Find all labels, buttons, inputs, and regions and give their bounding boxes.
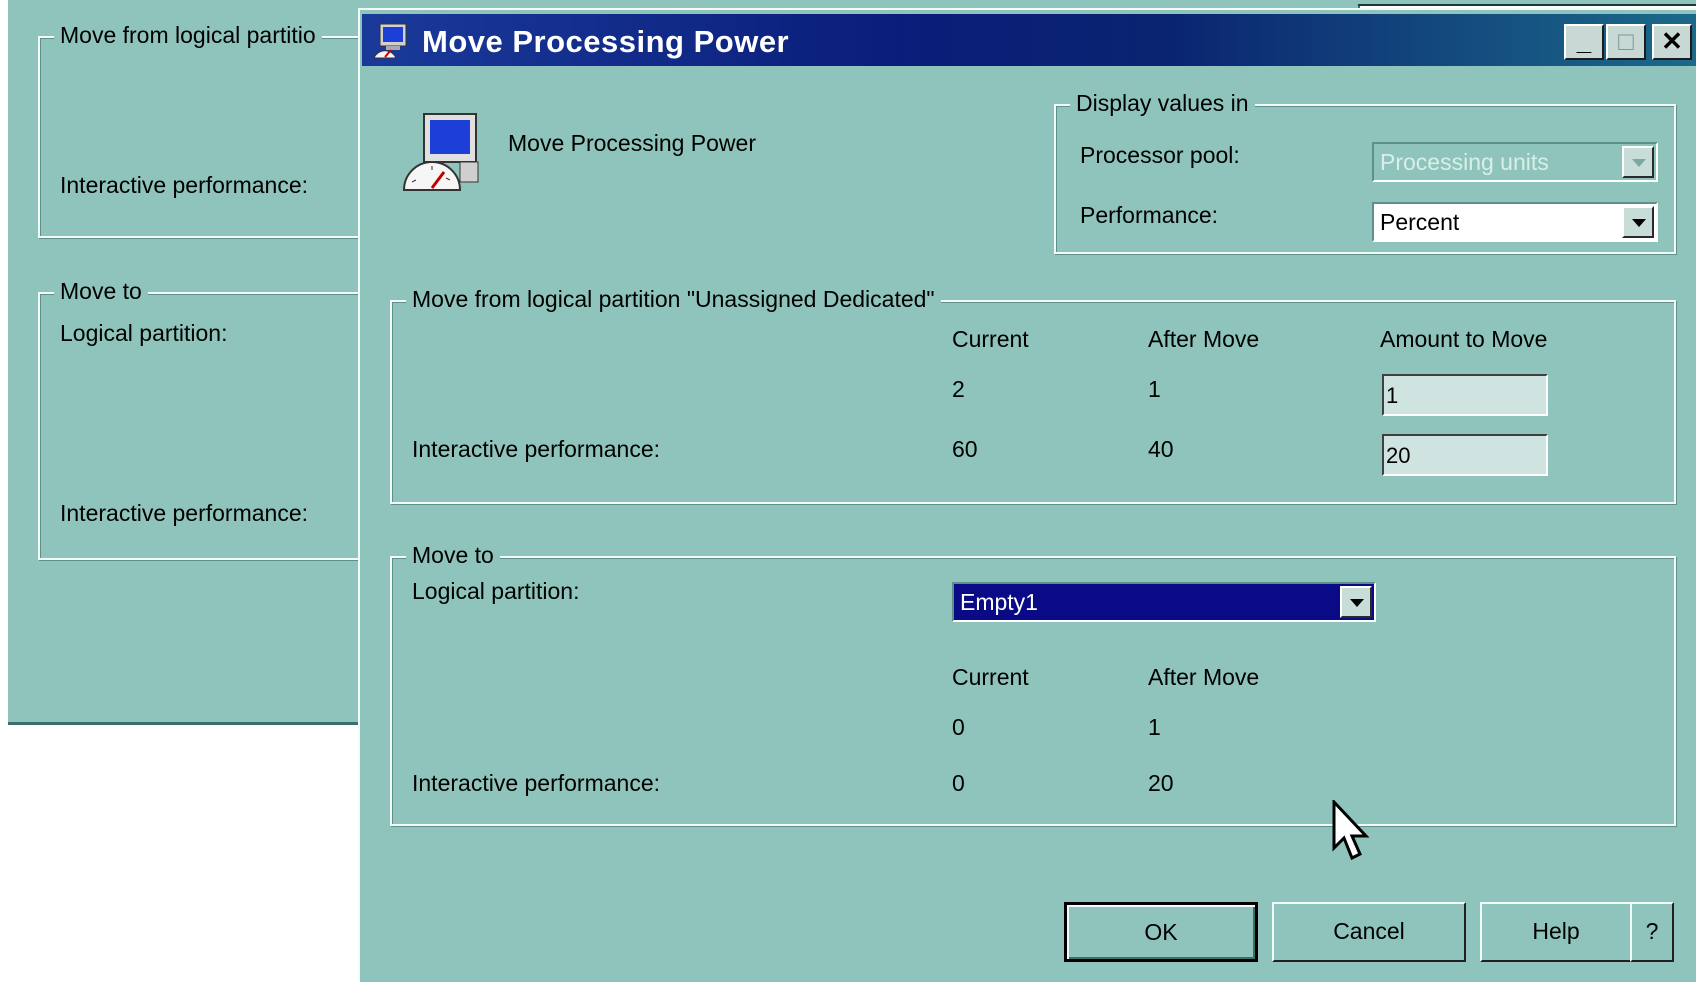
bg-move-from-legend: Move from logical partitio (54, 22, 322, 49)
move-from-col-after: After Move (1148, 326, 1260, 352)
move-from-col-current: Current (952, 326, 1029, 352)
move-to-col-current: Current (952, 664, 1029, 690)
context-help-button[interactable]: ? (1630, 902, 1674, 962)
move-from-legend: Move from logical partition "Unassigned … (406, 286, 941, 313)
performance-value: Percent (1380, 209, 1460, 235)
bg-move-to-legend: Move to (54, 278, 148, 305)
bg-window-edge-line (1358, 4, 1696, 6)
cancel-button[interactable]: Cancel (1272, 902, 1466, 962)
ok-button[interactable]: OK (1064, 902, 1258, 962)
move-from-interactive-current: 60 (952, 436, 978, 462)
processor-pool-value: Processing units (1380, 149, 1549, 175)
move-to-units-after: 1 (1148, 714, 1161, 740)
move-to-interactive-label: Interactive performance: (412, 770, 661, 796)
help-button[interactable]: Help (1480, 902, 1632, 962)
title-bar[interactable]: Move Processing Power _ □ ✕ (362, 14, 1696, 66)
processing-power-icon (402, 113, 479, 191)
performance-dropdown[interactable]: Percent (1372, 202, 1658, 242)
processor-pool-label: Processor pool: (1080, 142, 1240, 168)
move-processing-power-dialog: Move Processing Power _ □ ✕ Move Process… (358, 8, 1696, 982)
dialog-title: Move Processing Power (422, 24, 790, 59)
move-from-group: Move from logical partition "Unassigned … (390, 286, 1676, 504)
logical-partition-dropdown[interactable]: Empty1 (952, 582, 1376, 622)
move-from-units-after: 1 (1148, 376, 1161, 402)
chevron-down-icon[interactable] (1622, 206, 1654, 238)
maximize-button[interactable]: □ (1606, 24, 1646, 60)
processor-pool-dropdown[interactable]: Processing units (1372, 142, 1658, 182)
move-to-interactive-current: 0 (952, 770, 965, 796)
move-to-logical-partition-label: Logical partition: (412, 578, 580, 604)
display-values-group: Display values in Processor pool: Proces… (1054, 90, 1676, 254)
amount-to-move-units-input[interactable]: 1 (1382, 374, 1548, 416)
chevron-down-icon[interactable] (1622, 146, 1654, 178)
performance-label: Performance: (1080, 202, 1219, 228)
chevron-down-icon[interactable] (1340, 586, 1372, 618)
dialog-header-label: Move Processing Power (508, 130, 756, 156)
move-from-units-current: 2 (952, 376, 965, 402)
bg-interactive-performance-label-2: Interactive performance: (60, 500, 309, 526)
move-to-col-after: After Move (1148, 664, 1260, 690)
move-from-col-amount: Amount to Move (1380, 326, 1548, 352)
move-to-legend: Move to (406, 542, 500, 569)
move-from-interactive-label: Interactive performance: (412, 436, 661, 462)
close-button[interactable]: ✕ (1652, 24, 1692, 60)
display-values-legend: Display values in (1070, 90, 1255, 117)
minimize-button[interactable]: _ (1564, 24, 1604, 60)
bg-logical-partition-label: Logical partition: (60, 320, 228, 346)
move-to-interactive-after: 20 (1148, 770, 1174, 796)
computer-gauge-icon (373, 23, 407, 59)
move-to-group: Move to Logical partition: Empty1 Curren… (390, 542, 1676, 826)
amount-to-move-interactive-input[interactable]: 20 (1382, 434, 1548, 476)
bg-move-to-group: Move to Logical partition: Interactive p… (38, 278, 372, 560)
move-to-units-current: 0 (952, 714, 965, 740)
bg-move-from-group: Move from logical partitio Interactive p… (38, 22, 372, 238)
logical-partition-value: Empty1 (960, 589, 1038, 615)
bg-interactive-performance-label: Interactive performance: (60, 172, 309, 198)
mouse-cursor-icon (1332, 800, 1370, 861)
move-from-interactive-after: 40 (1148, 436, 1174, 462)
